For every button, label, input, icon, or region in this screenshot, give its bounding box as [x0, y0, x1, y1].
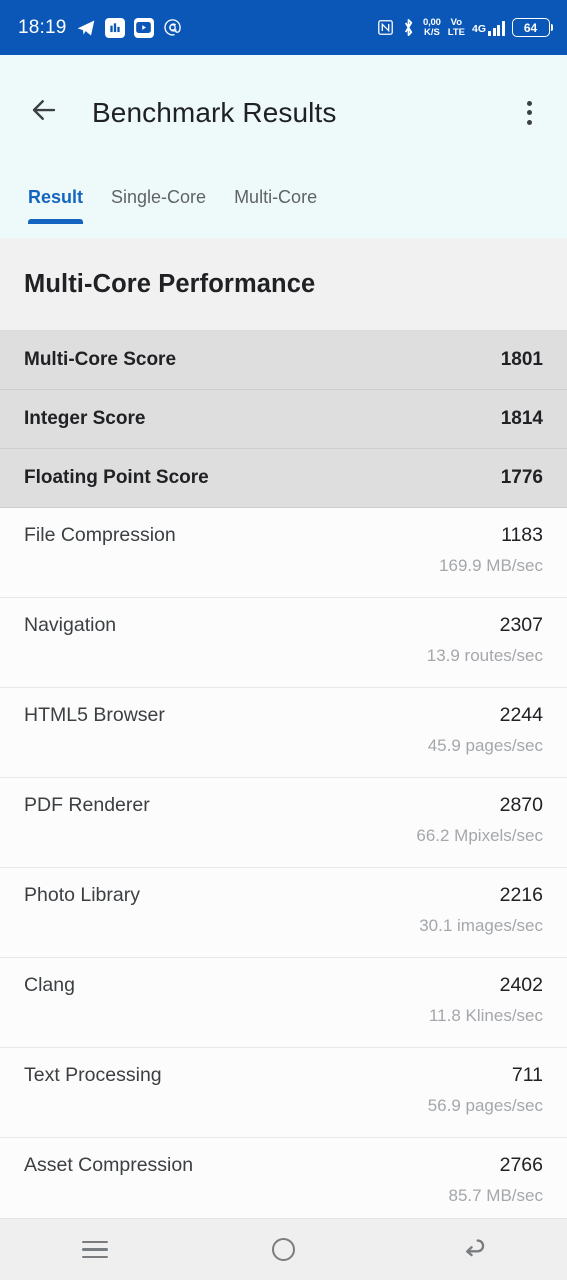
app-bar: Benchmark Results: [0, 55, 567, 170]
data-rate-unit: K/S: [423, 26, 440, 38]
tab-active-indicator: [28, 219, 84, 224]
benchmark-row-top: Photo Library 2216: [24, 884, 543, 907]
benchmark-row-top: Text Processing 711: [24, 1064, 543, 1087]
nfc-icon: [377, 19, 394, 36]
data-rate-indicator: 0,00 K/S: [423, 18, 441, 37]
benchmark-row[interactable]: Navigation 2307 13.9 routes/sec: [0, 598, 567, 688]
benchmark-row[interactable]: Clang 2402 11.8 Klines/sec: [0, 958, 567, 1048]
benchmark-name: Text Processing: [24, 1064, 162, 1086]
kebab-dot: [526, 110, 532, 115]
section-header: Multi-Core Performance: [0, 238, 567, 331]
benchmark-rate: 13.9 routes/sec: [426, 646, 543, 665]
tab-bar: Result Single-Core Multi-Core: [0, 170, 567, 238]
tab-result[interactable]: Result: [24, 170, 97, 224]
tab-multi-core[interactable]: Multi-Core: [220, 170, 331, 224]
benchmark-name: HTML5 Browser: [24, 704, 165, 726]
benchmark-name: Photo Library: [24, 884, 140, 906]
benchmark-row-top: Clang 2402: [24, 974, 543, 997]
summary-row-label: Floating Point Score: [24, 467, 209, 488]
benchmark-row[interactable]: HTML5 Browser 2244 45.9 pages/sec: [0, 688, 567, 778]
benchmark-row[interactable]: Photo Library 2216 30.1 images/sec: [0, 868, 567, 958]
summary-row: Integer Score 1814: [0, 390, 567, 449]
benchmark-name: File Compression: [24, 524, 176, 546]
summary-row-value: 1776: [500, 467, 543, 488]
phone-screen: 18:19 0,00 K/S Vo LTE 4G 64 Benchmark Re…: [0, 0, 567, 1280]
tab-result-label: Result: [28, 186, 84, 207]
signal-bars-icon: [488, 20, 505, 36]
benchmark-row[interactable]: File Compression 1183 169.9 MB/sec: [0, 508, 567, 598]
tab-single-core-label: Single-Core: [111, 186, 207, 207]
benchmark-rate: 85.7 MB/sec: [448, 1186, 544, 1205]
section-heading: Multi-Core Performance: [24, 269, 316, 298]
kebab-dot: [526, 100, 532, 106]
battery-icon: 64: [511, 18, 553, 37]
benchmark-row-top: Navigation 2307: [24, 614, 543, 637]
at-icon: [163, 18, 182, 37]
benchmark-name: PDF Renderer: [24, 794, 150, 816]
bluetooth-icon: [401, 18, 416, 37]
status-bar-left: 18:19: [18, 17, 182, 39]
benchmark-rate: 169.9 MB/sec: [439, 556, 543, 575]
benchmark-rate: 66.2 Mpixels/sec: [416, 826, 543, 845]
home-button[interactable]: [239, 1219, 329, 1280]
youtube-icon: [133, 17, 154, 38]
benchmark-rate: 11.8 Klines/sec: [428, 1006, 543, 1025]
summary-row-value: 1801: [500, 349, 543, 370]
benchmark-rate: 30.1 images/sec: [419, 916, 543, 935]
benchmark-score: 2870: [499, 794, 543, 816]
benchmark-score: 711: [511, 1064, 543, 1086]
status-bar: 18:19 0,00 K/S Vo LTE 4G 64: [0, 0, 567, 55]
back-button[interactable]: [24, 93, 64, 133]
summary-row: Multi-Core Score 1801: [0, 331, 567, 390]
volte-bottom: LTE: [447, 26, 465, 38]
summary-row-label: Integer Score: [24, 408, 146, 429]
benchmark-score: 2766: [499, 1154, 543, 1176]
benchmark-rate: 45.9 pages/sec: [427, 736, 543, 755]
benchmark-name: Clang: [24, 974, 75, 996]
summary-row: Floating Point Score 1776: [0, 449, 567, 508]
benchmark-score: 2216: [499, 884, 543, 906]
tab-multi-core-label: Multi-Core: [234, 186, 318, 207]
status-bar-right: 0,00 K/S Vo LTE 4G 64: [377, 18, 553, 37]
telegram-icon: [76, 18, 96, 38]
battery-level-label: 64: [511, 18, 550, 37]
tab-single-core[interactable]: Single-Core: [97, 170, 220, 224]
hamburger-icon: [81, 1240, 108, 1259]
benchmark-row[interactable]: PDF Renderer 2870 66.2 Mpixels/sec: [0, 778, 567, 868]
volte-icon: Vo LTE: [448, 18, 465, 37]
benchmark-row[interactable]: Text Processing 711 56.9 pages/sec: [0, 1048, 567, 1138]
benchmark-row[interactable]: Asset Compression 2766 85.7 MB/sec: [0, 1138, 567, 1228]
circle-icon: [272, 1238, 295, 1261]
back-arrow-icon: [29, 95, 59, 130]
summary-row-value: 1814: [500, 408, 543, 429]
page-title: Benchmark Results: [92, 96, 337, 128]
benchmark-score: 1183: [501, 524, 543, 546]
recents-button[interactable]: [50, 1219, 140, 1280]
kebab-dot: [526, 119, 532, 125]
back-nav-button[interactable]: [428, 1219, 518, 1280]
status-bar-clock: 18:19: [18, 16, 67, 38]
system-navigation-bar: [0, 1218, 567, 1280]
benchmark-score: 2244: [499, 704, 543, 726]
signal-indicator: 4G: [472, 20, 505, 36]
benchmark-row-top: Asset Compression 2766: [24, 1154, 543, 1177]
app-icon: [104, 17, 125, 38]
results-scroll-area[interactable]: Multi-Core Performance Multi-Core Score …: [0, 238, 567, 1280]
benchmark-row-top: PDF Renderer 2870: [24, 794, 543, 817]
benchmark-score: 2402: [499, 974, 543, 996]
benchmark-rate: 56.9 pages/sec: [427, 1096, 543, 1115]
network-type-label: 4G: [471, 23, 486, 35]
benchmark-score: 2307: [499, 614, 543, 636]
battery-cap: [550, 24, 553, 31]
benchmark-row-top: File Compression 1183: [24, 524, 543, 547]
benchmark-row-top: HTML5 Browser 2244: [24, 704, 543, 727]
summary-row-label: Multi-Core Score: [24, 349, 177, 370]
benchmark-name: Navigation: [24, 614, 117, 636]
back-curve-icon: [459, 1233, 487, 1266]
overflow-menu-button[interactable]: [509, 93, 549, 133]
benchmark-name: Asset Compression: [24, 1154, 194, 1176]
